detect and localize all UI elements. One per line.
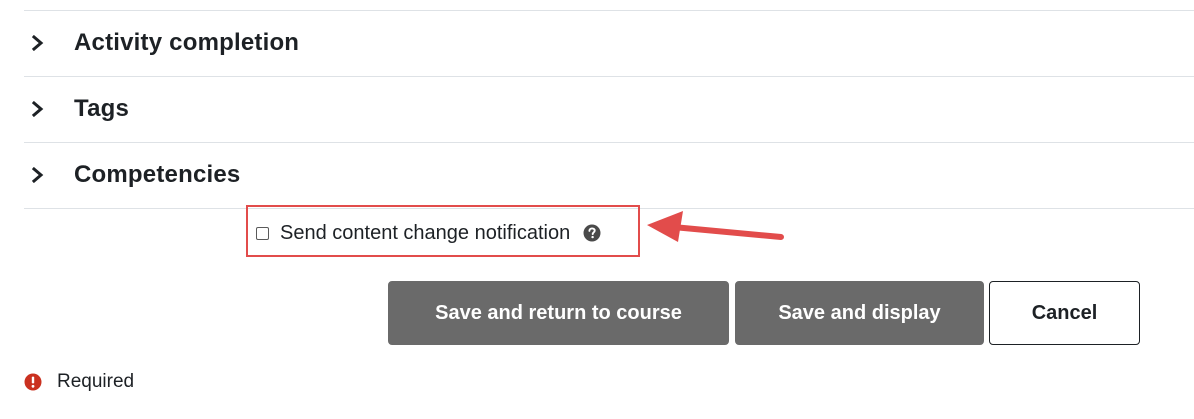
annotation-arrow-icon	[647, 211, 784, 242]
required-legend: Required	[24, 369, 134, 395]
section-title: Activity completion	[74, 29, 300, 56]
exclamation-circle-icon	[24, 373, 42, 391]
save-and-display-button[interactable]: Save and display	[735, 281, 984, 345]
section-title: Tags	[74, 95, 130, 122]
notification-checkbox[interactable]	[256, 226, 269, 240]
section-activity-completion[interactable]: Activity completion	[24, 11, 1194, 75]
question-circle-icon[interactable]	[583, 224, 601, 242]
chevron-right-icon	[24, 97, 60, 121]
section-competencies[interactable]: Competencies	[24, 143, 1194, 207]
form-footer: Activity completion Tags Competencies Se…	[0, 0, 1194, 419]
save-and-return-button[interactable]: Save and return to course	[388, 281, 729, 345]
notification-option: Send content change notification	[256, 219, 601, 247]
section-title: Competencies	[74, 161, 241, 188]
chevron-right-icon	[24, 163, 60, 187]
notification-label[interactable]: Send content change notification	[280, 222, 570, 245]
required-label: Required	[57, 371, 135, 392]
cancel-button[interactable]: Cancel	[989, 281, 1140, 345]
chevron-right-icon	[24, 31, 60, 55]
section-tags[interactable]: Tags	[24, 77, 1194, 141]
